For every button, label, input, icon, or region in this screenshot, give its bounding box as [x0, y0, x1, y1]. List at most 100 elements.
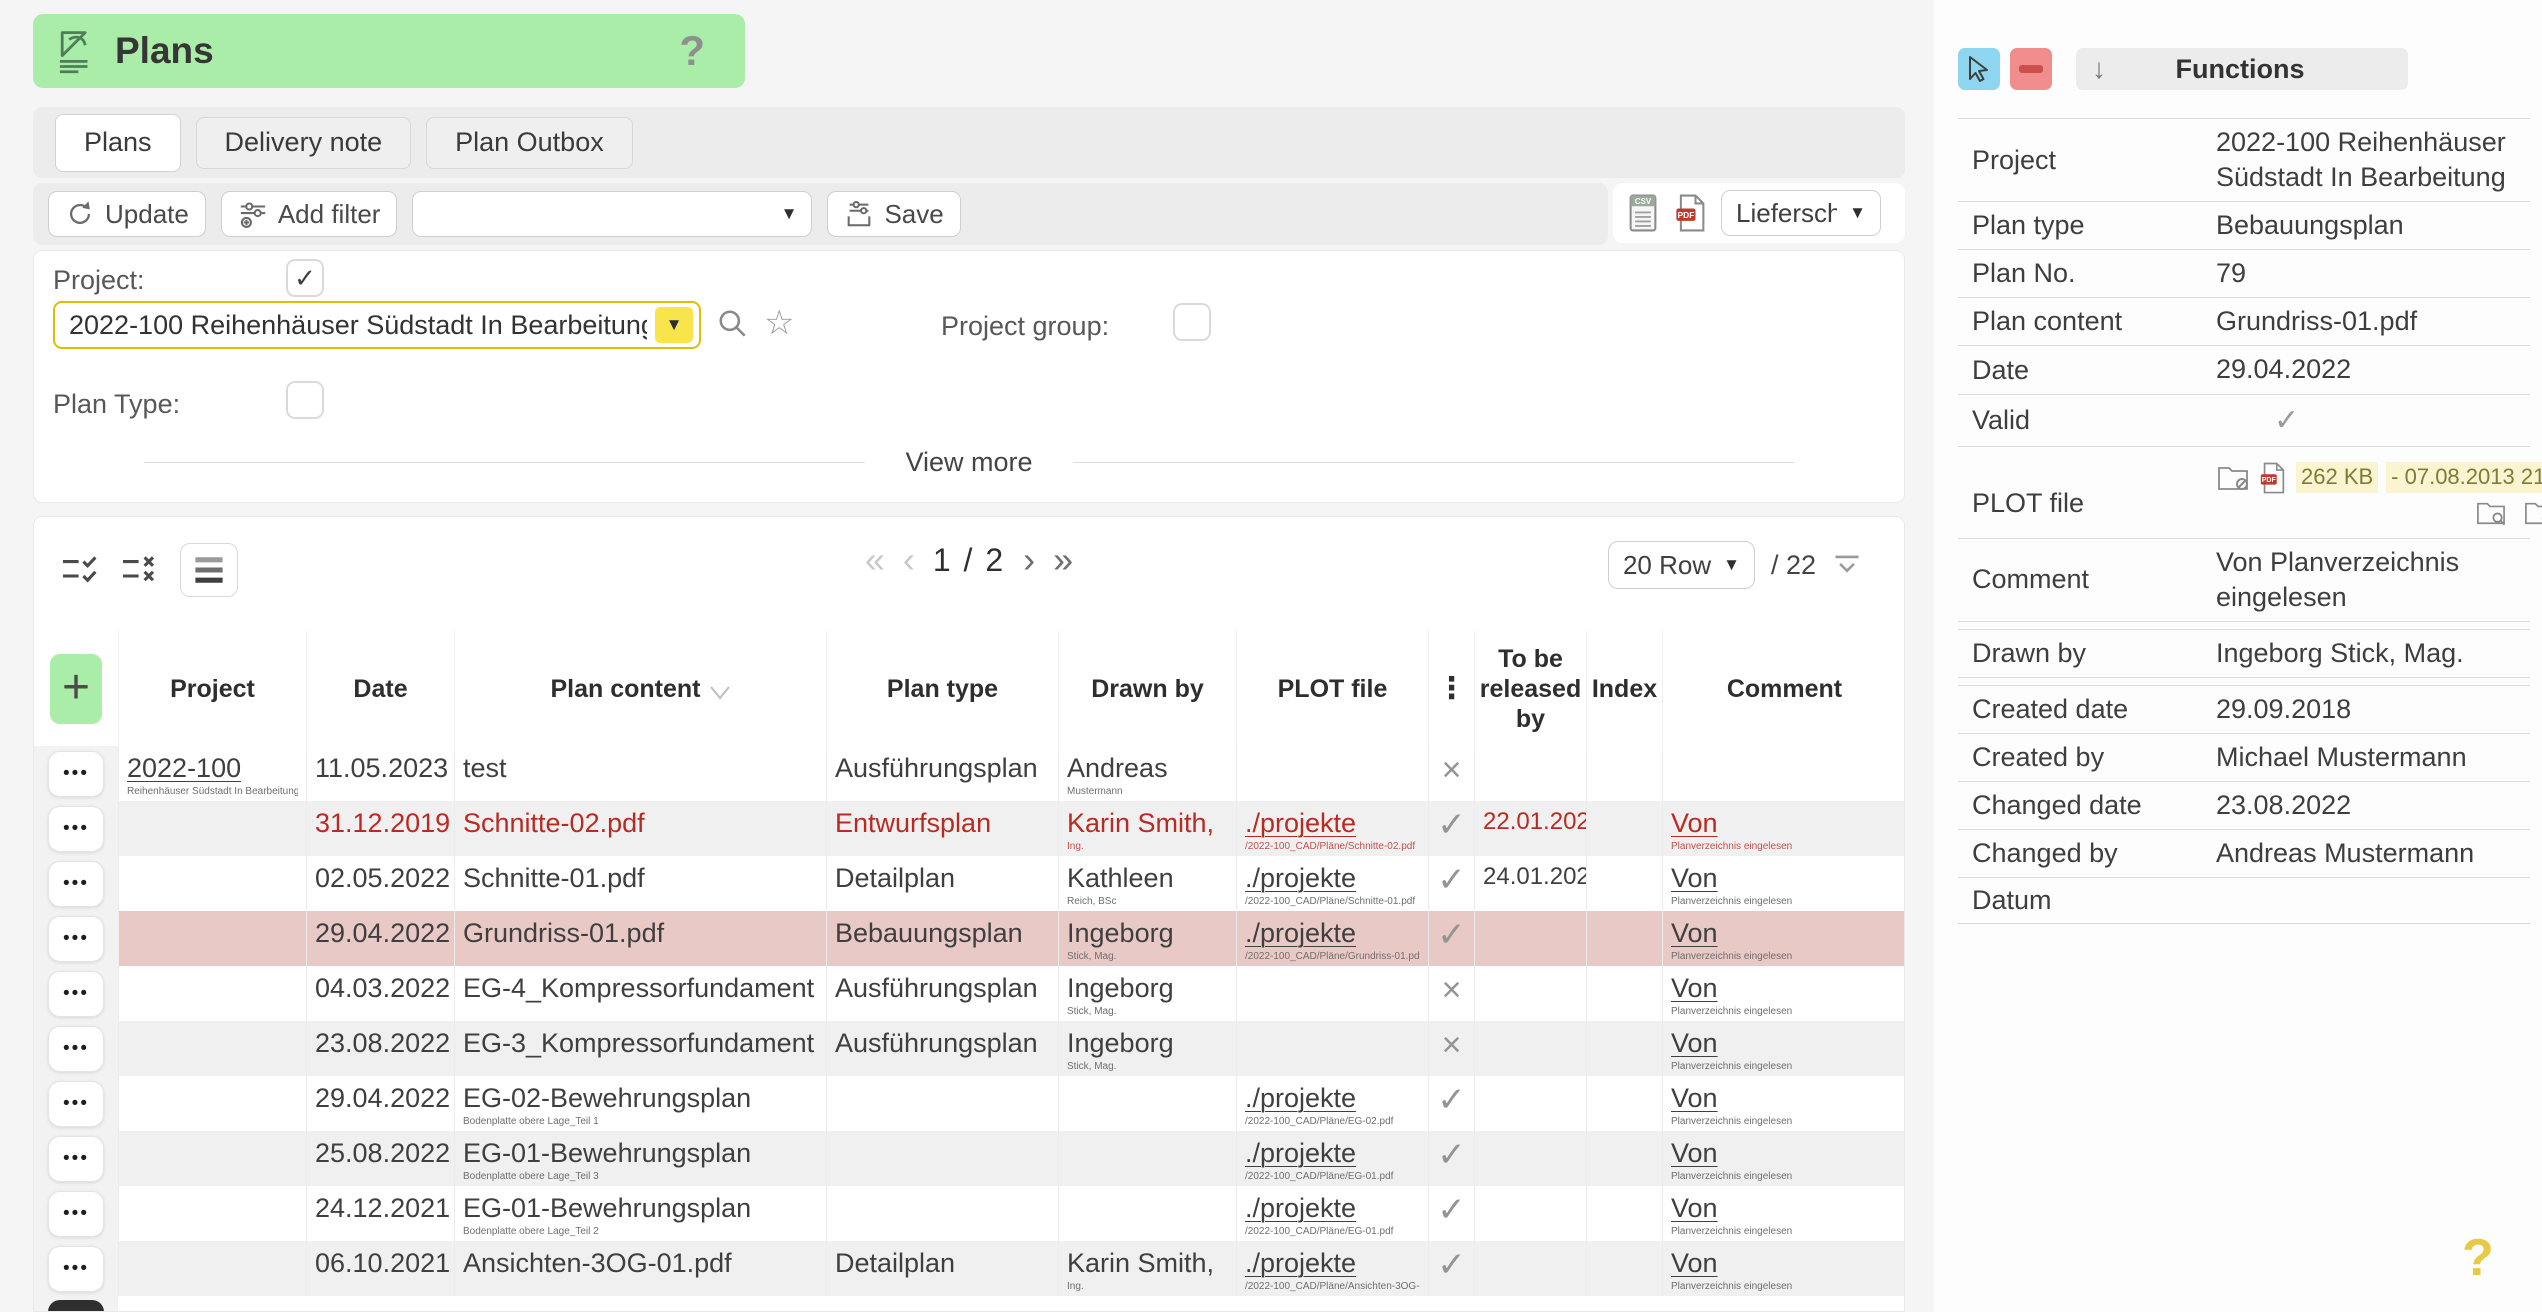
row-drawn-by-cell: Ingeborg Stick, Mag. [1058, 1021, 1236, 1076]
row-menu-button[interactable]: ••• [48, 916, 104, 962]
table-row[interactable]: ••• 23.08.2022 EG-3_Kompressorfundament … [34, 1021, 1904, 1076]
tab-plan-outbox[interactable]: Plan Outbox [426, 117, 633, 169]
update-button[interactable]: Update [48, 191, 206, 237]
table-row[interactable]: ••• 29.04.2022 Grundriss-01.pdf Bebauung… [34, 911, 1904, 966]
row-date-cell: 11.05.2023 [306, 746, 454, 801]
project-group-checkbox[interactable] [1173, 303, 1211, 341]
table-row[interactable]: ••• 29.04.2022 EG-02-Bewehrungsplan Bode… [34, 1076, 1904, 1131]
first-page-button[interactable]: « [865, 539, 885, 581]
save-button[interactable]: Save [827, 191, 960, 237]
plot-file-link[interactable]: ./projekte [1245, 808, 1356, 838]
view-more-link[interactable]: View more [865, 447, 1072, 478]
plot-file-link[interactable]: ./projekte [1245, 1138, 1356, 1168]
plans-table-panel: « ‹ 1 / 2 › » 20 Row ▼ / 22 [33, 516, 1905, 1312]
column-header-drawn-by[interactable]: Drawn by [1058, 631, 1236, 746]
row-plot-file-cell [1236, 966, 1428, 1021]
column-header-project[interactable]: Project [118, 631, 306, 746]
functions-dropdown[interactable]: ↓ Functions [2076, 48, 2408, 90]
comment-link[interactable]: Von [1671, 1248, 1718, 1278]
detail-row-changed-by: Changed by Andreas Mustermann [1958, 830, 2530, 878]
help-icon[interactable]: ? [679, 27, 705, 75]
project-filter-checkbox[interactable]: ✓ [286, 259, 324, 297]
last-page-button[interactable]: » [1053, 539, 1073, 581]
comment-link[interactable]: Von [1671, 863, 1718, 893]
row-menu-button[interactable]: ••• [48, 806, 104, 852]
comment-link[interactable]: Von [1671, 973, 1718, 1003]
comment-link[interactable]: Von [1671, 1138, 1718, 1168]
plot-file-link[interactable]: ./projekte [1245, 1193, 1356, 1223]
plot-file-link[interactable]: ./projekte [1245, 1083, 1356, 1113]
table-row[interactable]: ••• 24.12.2021 EG-01-Bewehrungsplan Bode… [34, 1186, 1904, 1241]
rows-per-page-cluster: 20 Row ▼ / 22 [1608, 541, 1862, 589]
row-menu-button[interactable]: ••• [48, 1081, 104, 1127]
check-all-icon[interactable] [60, 552, 102, 588]
next-page-button[interactable]: › [1023, 539, 1035, 581]
row-plan-content-cell: EG-01-Bewehrungsplan Bodenplatte obere L… [454, 1131, 826, 1186]
uncheck-all-icon[interactable] [120, 552, 162, 588]
table-row[interactable]: ••• 2022-100 Reihenhäuser Südstadt In Be… [34, 746, 1904, 801]
row-menu-button[interactable] [48, 1300, 104, 1312]
plot-file-link[interactable]: ./projekte [1245, 863, 1356, 893]
add-plan-button[interactable]: + [50, 654, 102, 724]
add-filter-button[interactable]: Add filter [221, 191, 398, 237]
tab-plans[interactable]: Plans [55, 114, 181, 172]
row-plot-file-cell [1236, 746, 1428, 801]
column-header-plan-content[interactable]: Plan content [454, 631, 826, 746]
plot-folder-remove-icon[interactable] [2216, 463, 2250, 493]
row-menu-button[interactable]: ••• [48, 971, 104, 1017]
plan-type-checkbox[interactable] [286, 381, 324, 419]
project-combobox[interactable]: 2022-100 Reihenhäuser Südstadt In Bearbe… [53, 301, 701, 349]
combobox-dropdown-button[interactable]: ▼ [655, 307, 693, 343]
row-plan-content-cell: test [454, 746, 826, 801]
search-icon [716, 307, 750, 341]
table-row[interactable]: ••• 25.08.2022 EG-01-Bewehrungsplan Bode… [34, 1131, 1904, 1186]
column-header-plan-type[interactable]: Plan type [826, 631, 1058, 746]
column-header-to-be-released-by[interactable]: To be released by [1474, 631, 1586, 746]
row-menu-button[interactable]: ••• [48, 1136, 104, 1182]
row-menu-button[interactable]: ••• [48, 861, 104, 907]
rows-per-page-select[interactable]: 20 Row ▼ [1608, 541, 1755, 589]
column-header-date[interactable]: Date [306, 631, 454, 746]
plot-folder-remove-icon[interactable] [2523, 499, 2542, 527]
table-menu-button[interactable] [180, 543, 238, 597]
table-row[interactable]: ••• 04.03.2022 EG-4_Kompressorfundament … [34, 966, 1904, 1021]
plot-folder-search-icon[interactable] [2475, 499, 2507, 527]
detail-value: 29.04.2022 [2210, 346, 2530, 393]
collapse-icon[interactable] [1832, 552, 1862, 578]
table-row[interactable]: ••• 31.12.2019 Schnitte-02.pdf Entwurfsp… [34, 801, 1904, 856]
plan-content-value: EG-3_Kompressorfundament [463, 1028, 818, 1059]
plan-type-value: Ausführungsplan [835, 1028, 1050, 1059]
comment-link[interactable]: Von [1671, 1028, 1718, 1058]
export-csv-icon[interactable]: CSV [1625, 192, 1661, 234]
project-link[interactable]: 2022-100 [127, 753, 241, 783]
prev-page-button[interactable]: ‹ [903, 539, 915, 581]
column-header-index[interactable]: Index [1586, 631, 1662, 746]
table-row[interactable]: ••• 06.10.2021 Ansichten-3OG-01.pdf Deta… [34, 1241, 1904, 1296]
export-pdf-icon[interactable]: PDF [1673, 192, 1709, 234]
row-menu-button[interactable]: ••• [48, 1191, 104, 1237]
comment-link[interactable]: Von [1671, 918, 1718, 948]
comment-link[interactable]: Von [1671, 1083, 1718, 1113]
tab-delivery-note[interactable]: Delivery note [196, 117, 412, 169]
column-header-comment[interactable]: Comment [1662, 631, 1905, 746]
remove-button[interactable] [2010, 48, 2052, 90]
table-row[interactable]: ••• 02.05.2022 Schnitte-01.pdf Detailpla… [34, 856, 1904, 911]
row-menu-button[interactable]: ••• [48, 1026, 104, 1072]
plot-file-link[interactable]: ./projekte [1245, 918, 1356, 948]
plot-pdf-icon[interactable]: PDF [2258, 461, 2288, 495]
row-menu-button[interactable]: ••• [48, 751, 104, 797]
row-plot-file-cell: ./projekte /2022-100_CAD/Pläne/EG-01.pdf [1236, 1131, 1428, 1186]
column-header-plot-file[interactable]: PLOT file [1236, 631, 1428, 746]
export-type-select[interactable]: Lieferschein ▼ [1721, 190, 1881, 236]
row-released-mark-cell: × [1428, 966, 1474, 1021]
project-search-button[interactable] [716, 307, 750, 341]
project-favorite-button[interactable]: ☆ [764, 303, 794, 343]
column-header-more[interactable]: ⋮ [1428, 631, 1474, 746]
row-menu-button[interactable]: ••• [48, 1246, 104, 1292]
comment-link[interactable]: Von [1671, 1193, 1718, 1223]
comment-link[interactable]: Von [1671, 808, 1718, 838]
plot-file-link[interactable]: ./projekte [1245, 1248, 1356, 1278]
select-mode-button[interactable] [1958, 48, 2000, 90]
filter-preset-select[interactable]: ▼ [412, 191, 812, 237]
corner-help-icon[interactable]: ? [2462, 1228, 2494, 1288]
